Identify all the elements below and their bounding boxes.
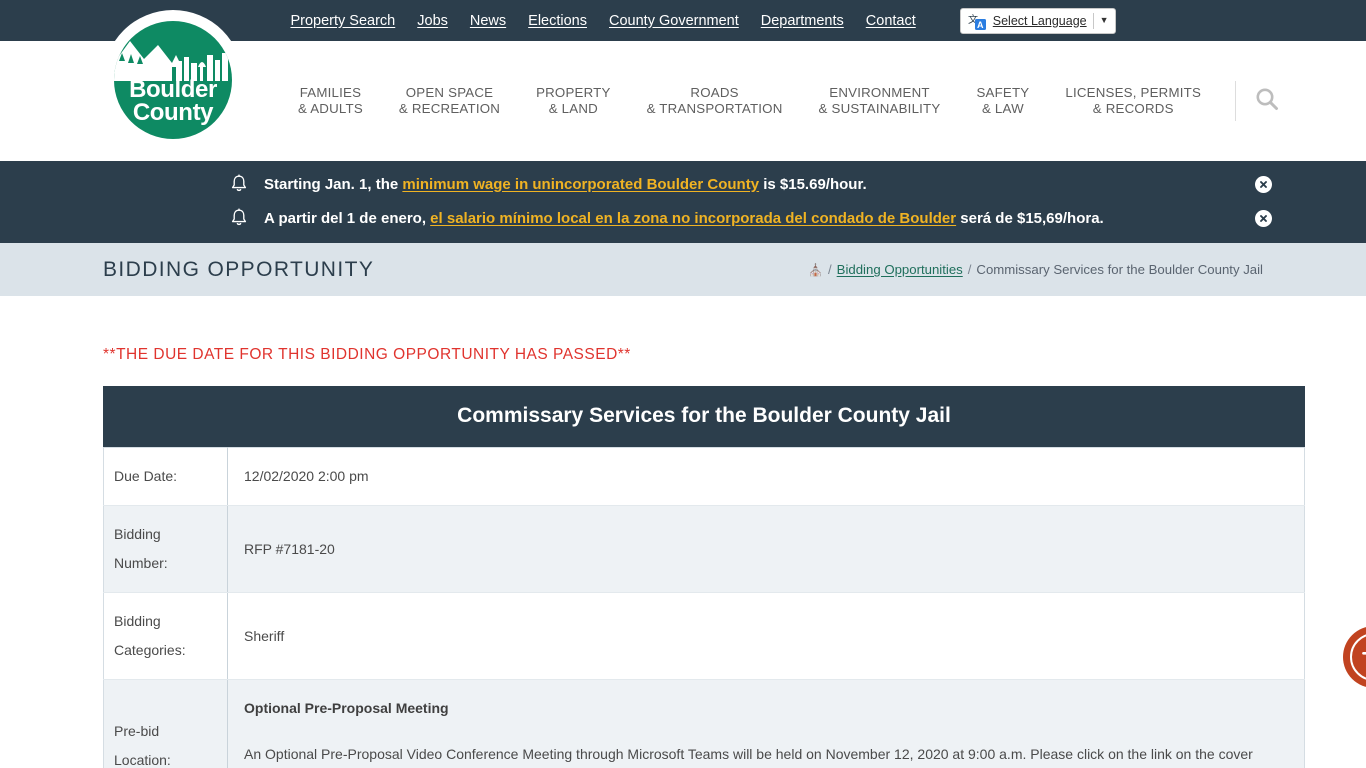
logo-disc: Boulder County (114, 21, 232, 139)
logo-ring: Boulder County (111, 18, 235, 142)
main-navigation: FAMILIES & ADULTS OPEN SPACE & RECREATIO… (280, 81, 1284, 121)
svg-text:A: A (977, 20, 984, 30)
language-selector[interactable]: 文 A Select Language ▼ (959, 7, 1116, 34)
table-row: Due Date: 12/02/2020 2:00 pm (103, 447, 1305, 506)
table-row: Bidding Categories: Sheriff (103, 592, 1305, 680)
breadcrumb-separator-1: / (827, 262, 832, 277)
close-icon (1260, 180, 1267, 188)
row-value-due-date: 12/02/2020 2:00 pm (227, 447, 1305, 506)
nav-label-line2: & LAW (981, 101, 1024, 116)
nav-item-safety-law[interactable]: SAFETY & LAW (958, 85, 1047, 117)
accessibility-ring (1350, 633, 1366, 681)
nav-label-line2: & RECORDS (1092, 101, 1174, 116)
breadcrumb-separator-2: / (967, 262, 972, 277)
alert-pre: A partir del 1 de enero, (264, 209, 431, 227)
table-caption: Commissary Services for the Boulder Coun… (103, 386, 1305, 447)
utility-link-jobs[interactable]: Jobs (417, 13, 448, 29)
nav-label-line1: LICENSES, PERMITS (1065, 85, 1202, 100)
nav-item-environment-sustainability[interactable]: ENVIRONMENT & SUSTAINABILITY (801, 85, 959, 117)
row-label-due-date: Due Date: (103, 447, 228, 506)
alert-close-button-en[interactable] (1255, 175, 1272, 193)
page-content: **THE DUE DATE FOR THIS BIDDING OPPORTUN… (0, 346, 1366, 768)
alert-post: será de $15,69/hora. (956, 209, 1104, 227)
nav-label-line2: & RECREATION (398, 101, 501, 116)
table-row: Pre-bid Location: Optional Pre-Proposal … (103, 679, 1305, 768)
utility-link-elections[interactable]: Elections (528, 13, 587, 29)
table-row: Bidding Number: RFP #7181-20 (103, 505, 1305, 593)
chevron-down-icon[interactable]: ▼ (1100, 16, 1109, 25)
alert-text-en: Starting Jan. 1, the minimum wage in uni… (264, 176, 867, 193)
alert-link-es[interactable]: el salario mínimo local en la zona no in… (430, 210, 956, 227)
logo-text: Boulder County (129, 77, 217, 127)
row-label-pre-bid-location: Pre-bid Location: (103, 679, 228, 768)
bell-icon (228, 173, 250, 195)
site-header: Boulder County FAMILIES & ADULTS OPEN SP… (0, 10, 1366, 161)
close-icon (1260, 214, 1267, 222)
nav-item-open-space-recreation[interactable]: OPEN SPACE & RECREATION (381, 85, 518, 117)
pre-bid-paragraph-1: An Optional Pre-Proposal Video Conferenc… (244, 746, 1253, 762)
alert-link-en[interactable]: minimum wage in unincorporated Boulder C… (402, 176, 759, 193)
utility-link-contact[interactable]: Contact (866, 13, 916, 29)
utility-link-departments[interactable]: Departments (761, 13, 844, 29)
nav-label-line2: & TRANSPORTATION (646, 101, 783, 116)
alert-pre: Starting Jan. 1, the (264, 175, 403, 193)
utility-link-property-search[interactable]: Property Search (290, 13, 395, 29)
alert-banner-en: Starting Jan. 1, the minimum wage in uni… (0, 167, 1366, 201)
row-label-bidding-categories: Bidding Categories: (103, 592, 228, 680)
breadcrumb-link-bidding-opportunities[interactable]: Bidding Opportunities (837, 262, 963, 277)
nav-item-families-adults[interactable]: FAMILIES & ADULTS (280, 85, 381, 117)
google-translate-icon: 文 A (967, 12, 987, 30)
breadcrumb: ⛪ / Bidding Opportunities / Commissary S… (808, 262, 1263, 277)
utility-links: Property Search Jobs News Elections Coun… (290, 7, 1116, 34)
boulder-county-logo[interactable]: Boulder County (103, 10, 243, 150)
row-value-bidding-number: RFP #7181-20 (227, 505, 1305, 593)
nav-label-line1: ENVIRONMENT (829, 85, 930, 100)
utility-link-news[interactable]: News (470, 13, 506, 29)
row-value-pre-bid-location: Optional Pre-Proposal Meeting An Optiona… (227, 679, 1305, 768)
language-selector-label: Select Language (992, 13, 1087, 28)
bell-icon (228, 207, 250, 229)
utility-link-county-government[interactable]: County Government (609, 13, 739, 29)
nav-item-licenses-permits-records[interactable]: LICENSES, PERMITS & RECORDS (1047, 85, 1219, 117)
nav-label-line1: PROPERTY (536, 85, 611, 100)
nav-label-line1: OPEN SPACE (405, 85, 494, 100)
alert-text-es: A partir del 1 de enero, el salario míni… (264, 210, 1104, 227)
accessibility-icon (1362, 651, 1366, 655)
nav-label-line2: & SUSTAINABILITY (818, 101, 941, 116)
alert-banner-container: Starting Jan. 1, the minimum wage in uni… (0, 161, 1366, 243)
nav-label-line2: & LAND (548, 101, 598, 116)
logo-line-2: County (132, 99, 214, 127)
home-icon[interactable]: ⛪ (808, 263, 823, 277)
alert-banner-es: A partir del 1 de enero, el salario míni… (0, 201, 1366, 235)
page-title: BIDDING OPPORTUNITY (103, 257, 375, 281)
search-button[interactable] (1250, 84, 1284, 118)
nav-label-line2: & ADULTS (298, 101, 363, 116)
nav-divider (1235, 81, 1237, 121)
pre-bid-heading: Optional Pre-Proposal Meeting (244, 700, 449, 716)
alert-post: is $15.69/hour. (759, 175, 867, 193)
nav-label-line1: FAMILIES (299, 85, 362, 100)
language-selector-divider (1092, 12, 1094, 29)
search-icon (1254, 86, 1280, 117)
row-value-bidding-categories: Sheriff (227, 592, 1305, 680)
page-title-band: BIDDING OPPORTUNITY ⛪ / Bidding Opportun… (0, 243, 1366, 296)
nav-item-roads-transportation[interactable]: ROADS & TRANSPORTATION (629, 85, 801, 117)
alert-close-button-es[interactable] (1255, 209, 1272, 227)
bidding-opportunity-table: Commissary Services for the Boulder Coun… (103, 386, 1305, 768)
nav-label-line1: SAFETY (976, 85, 1030, 100)
nav-label-line1: ROADS (690, 85, 739, 100)
due-date-passed-notice: **THE DUE DATE FOR THIS BIDDING OPPORTUN… (103, 346, 631, 363)
accessibility-button[interactable] (1343, 626, 1366, 688)
skyline-icon (114, 41, 228, 81)
nav-item-property-land[interactable]: PROPERTY & LAND (518, 85, 629, 117)
breadcrumb-current: Commissary Services for the Boulder Coun… (976, 262, 1263, 277)
row-label-bidding-number: Bidding Number: (103, 505, 228, 593)
